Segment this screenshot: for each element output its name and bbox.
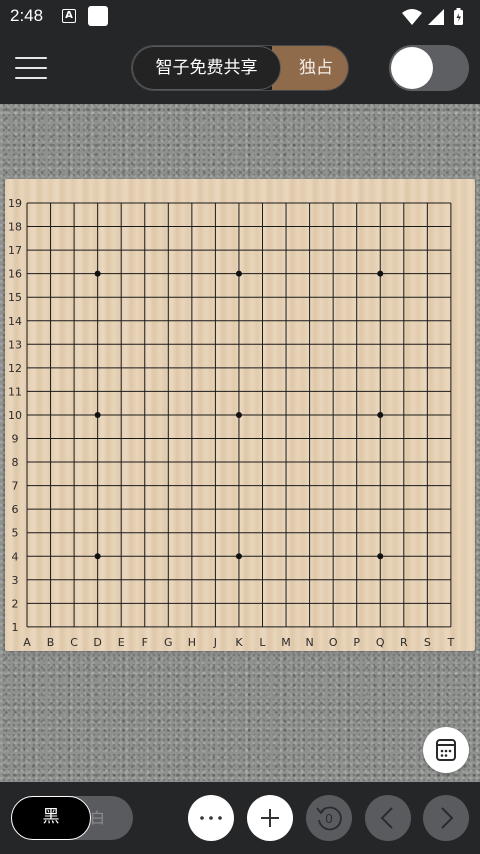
undo-button[interactable]: 0 [306, 795, 352, 841]
row-label: 9 [12, 433, 19, 446]
column-label: R [400, 636, 408, 649]
row-label: 12 [8, 362, 22, 375]
column-label: F [142, 636, 148, 649]
battery-icon [454, 8, 463, 25]
column-label: H [188, 636, 196, 649]
star-point [377, 553, 384, 560]
star-point [235, 270, 242, 277]
column-label: M [281, 636, 291, 649]
column-label: P [353, 636, 360, 649]
column-label: J [213, 636, 217, 649]
row-label: 11 [8, 385, 22, 398]
go-board[interactable]: A B C D E F G H J K L M N O P Q R S T 19 18 17 16 15 14 13 12 11 10 9… [5, 179, 475, 651]
previous-icon [380, 807, 393, 829]
more-button[interactable] [188, 795, 234, 841]
column-label: T [447, 636, 455, 649]
row-label: 5 [12, 527, 19, 540]
row-label: 18 [8, 221, 22, 234]
app-square-icon [88, 6, 108, 26]
row-label: 2 [12, 597, 19, 610]
column-label: C [70, 636, 78, 649]
row-label: 17 [8, 244, 22, 257]
column-label: L [259, 636, 266, 649]
black-option-button[interactable]: 黑 [11, 796, 91, 840]
header-toggle-switch[interactable] [389, 45, 469, 91]
toggle-knob [391, 47, 433, 89]
column-label: B [47, 636, 55, 649]
row-label: 15 [8, 291, 22, 304]
star-point [94, 270, 101, 277]
status-right-icons [402, 8, 463, 25]
column-label: G [164, 636, 173, 649]
column-label: D [93, 636, 101, 649]
star-point [94, 411, 101, 418]
wifi-icon [402, 9, 422, 25]
next-button[interactable] [423, 795, 469, 841]
calendar-grid-icon [436, 739, 456, 761]
row-label: 10 [8, 409, 22, 422]
hamburger-menu-icon[interactable] [15, 54, 49, 82]
column-label: A [23, 636, 31, 649]
row-label: 7 [12, 480, 19, 493]
row-label: 14 [8, 315, 22, 328]
row-label: 1 [12, 621, 19, 634]
column-label: O [329, 636, 338, 649]
row-label: 3 [12, 574, 19, 587]
segment-free-share[interactable]: 智子免费共享 [132, 46, 281, 90]
row-label: 13 [8, 338, 22, 351]
calendar-grid-button[interactable] [423, 727, 469, 773]
previous-button[interactable] [365, 795, 411, 841]
signal-icon [428, 9, 444, 25]
white-option-label[interactable]: 白 [90, 796, 110, 840]
row-label: 6 [12, 503, 19, 516]
star-point [377, 270, 384, 277]
undo-count: 0 [325, 811, 332, 826]
column-label: K [235, 636, 243, 649]
more-icon [200, 816, 222, 820]
share-mode-segmented-control: 智子免费共享 独占 [131, 45, 349, 91]
add-button[interactable] [247, 795, 293, 841]
undo-count-icon: 0 [316, 806, 342, 831]
star-point [235, 553, 242, 560]
column-label: N [305, 636, 313, 649]
next-icon [441, 807, 454, 829]
column-label: S [424, 636, 431, 649]
segment-exclusive[interactable]: 独占 [282, 46, 348, 90]
row-label: 4 [12, 550, 19, 563]
row-label: 8 [12, 456, 19, 469]
star-point [235, 411, 242, 418]
star-point [94, 553, 101, 560]
status-bar: 2:48 A [0, 0, 480, 34]
row-label: 19 [8, 197, 22, 210]
add-icon [261, 809, 279, 827]
status-time: 2:48 [10, 6, 44, 25]
app-header: 智子免费共享 独占 [0, 34, 480, 104]
bottom-toolbar: 白 黑 0 [0, 782, 480, 854]
column-label: Q [376, 636, 385, 649]
board-grid[interactable]: A B C D E F G H J K L M N O P Q R S T191817161514131211109… [5, 179, 475, 651]
column-label: E [118, 636, 125, 649]
notification-a-icon: A [62, 9, 76, 23]
row-label: 16 [8, 268, 22, 281]
star-point [377, 411, 384, 418]
